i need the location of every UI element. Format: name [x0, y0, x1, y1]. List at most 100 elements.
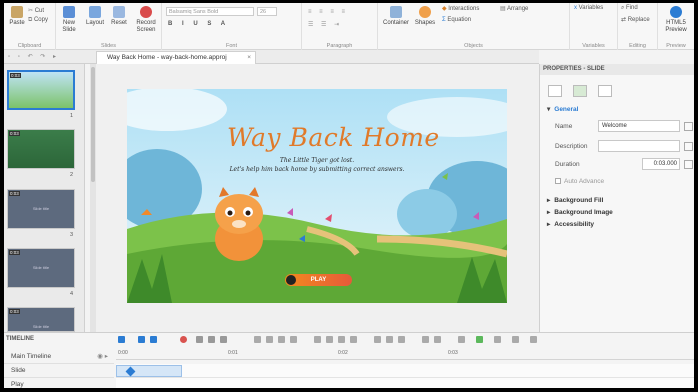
clipboard-group: Paste ✂ Cut ⧉ Copy Clipboard: [4, 3, 56, 50]
general-section[interactable]: General: [547, 105, 578, 113]
container-button[interactable]: Container: [380, 6, 412, 27]
effect-icon[interactable]: [398, 336, 405, 343]
sync-icon[interactable]: [476, 336, 483, 343]
slide-track-bar[interactable]: [116, 365, 182, 377]
background-fill-section[interactable]: Background Fill: [547, 196, 603, 204]
play-button-icon: [286, 275, 296, 285]
font-size-select[interactable]: 26: [257, 7, 277, 16]
timeline-visibility-icon[interactable]: ◉ ▸: [97, 350, 108, 364]
align-icon[interactable]: [290, 336, 297, 343]
new-slide-icon: [63, 6, 75, 18]
zoom-out-icon[interactable]: [208, 336, 215, 343]
slide-thumbnail-5[interactable]: 0:03 Slide title: [7, 307, 75, 332]
list-buttons[interactable]: ☰ ☰ ⇥: [308, 21, 342, 28]
duration-options-icon[interactable]: [684, 160, 693, 169]
checkbox-icon[interactable]: [555, 178, 561, 185]
settings-icon[interactable]: [494, 336, 501, 343]
effect-icon[interactable]: [338, 336, 345, 343]
timeline-row-slide[interactable]: Slide: [4, 364, 114, 378]
font-group: Balsamiq Sans Bold 26 B I U S A Font: [162, 3, 302, 50]
effect-icon[interactable]: [314, 336, 321, 343]
effect-icon[interactable]: [458, 336, 465, 343]
thumb-number: 3: [70, 232, 74, 238]
new-slide-button[interactable]: New Slide: [58, 6, 80, 34]
record-timeline-icon[interactable]: [180, 336, 187, 343]
slide-track[interactable]: [116, 364, 694, 378]
arrange-button[interactable]: ▤ Arrange: [500, 5, 528, 12]
ruler-tick: 0:00: [118, 350, 128, 356]
find-button[interactable]: ⌕ Find: [621, 5, 638, 12]
settings-icon[interactable]: [530, 336, 537, 343]
duration-field[interactable]: 0:03.000: [642, 158, 680, 170]
align-icon[interactable]: [278, 336, 285, 343]
replace-icon: ⇄: [621, 17, 627, 23]
slide-subtitle-line-2[interactable]: Let's help him back home by submitting c…: [127, 166, 507, 173]
slides-group-label: Slides: [101, 43, 116, 49]
effect-icon[interactable]: [350, 336, 357, 343]
app-window: Paste ✂ Cut ⧉ Copy Clipboard New Slide L…: [4, 3, 694, 388]
fit-icon[interactable]: [220, 336, 227, 343]
play-track[interactable]: [116, 378, 694, 388]
description-field[interactable]: [598, 140, 680, 152]
font-style-buttons[interactable]: B I U S A: [168, 21, 229, 27]
keyframe-icon[interactable]: [125, 366, 136, 377]
equation-label: Equation: [447, 17, 472, 23]
slide-subtitle-line-1[interactable]: The Little Tiger got lost.: [127, 157, 507, 164]
auto-advance-checkbox[interactable]: Auto Advance: [555, 178, 604, 185]
paste-button[interactable]: Paste: [6, 6, 28, 27]
reset-button[interactable]: Reset: [108, 6, 130, 27]
close-tab-icon[interactable]: ×: [247, 52, 251, 64]
arrange-label: Arrange: [507, 6, 529, 12]
quick-access-toolbar[interactable]: ▫ ▫ ↶ ↷ ▸: [8, 53, 59, 60]
variables-button[interactable]: x Variables: [574, 5, 603, 11]
effect-icon[interactable]: [386, 336, 393, 343]
scrollbar-thumb[interactable]: [91, 67, 95, 182]
slide-tab-icon[interactable]: [573, 85, 587, 97]
timeline-row-play[interactable]: Play: [4, 378, 114, 388]
properties-panel: PROPERTIES - SLIDE General Name Welcome …: [539, 64, 694, 332]
play-timeline-icon[interactable]: [138, 336, 145, 343]
effect-icon[interactable]: [374, 336, 381, 343]
slide-thumbnail-4[interactable]: 0:03 Slide title: [7, 248, 75, 288]
layout-button[interactable]: Layout: [84, 6, 106, 27]
background-image-section[interactable]: Background Image: [547, 208, 613, 216]
paragraph-buttons[interactable]: ≡ ≡ ≡ ≡: [308, 9, 348, 15]
slide-canvas[interactable]: Way Back Home The Little Tiger got lost.…: [127, 89, 507, 303]
style-tab-icon[interactable]: [548, 85, 562, 97]
main-timeline-row[interactable]: Main Timeline ◉ ▸: [4, 350, 114, 364]
transition-tab-icon[interactable]: [598, 85, 612, 97]
slide-thumbnail-3[interactable]: 0:03 Slide title: [7, 189, 75, 229]
record-screen-button[interactable]: Record Screen: [132, 6, 160, 34]
cut-button[interactable]: ✂ Cut: [28, 7, 44, 14]
copy-button[interactable]: ⧉ Copy: [28, 17, 48, 24]
properties-header: PROPERTIES - SLIDE: [540, 64, 694, 75]
timeline-ruler[interactable]: 0:00 0:01 0:02 0:03: [116, 350, 694, 360]
timeline-tool-icon[interactable]: [118, 336, 125, 343]
ruler-tick: 0:02: [338, 350, 348, 356]
zoom-in-icon[interactable]: [196, 336, 203, 343]
description-options-icon[interactable]: [684, 142, 693, 151]
font-name-select[interactable]: Balsamiq Sans Bold: [166, 7, 254, 16]
play-button[interactable]: PLAY: [285, 274, 352, 286]
name-field[interactable]: Welcome: [598, 120, 680, 132]
name-options-icon[interactable]: [684, 122, 693, 131]
accessibility-section[interactable]: Accessibility: [547, 220, 594, 228]
interactions-button[interactable]: ◆ Interactions: [442, 5, 479, 12]
play-button-label: PLAY: [310, 277, 327, 283]
slide-title[interactable]: Way Back Home: [227, 123, 440, 152]
slide-thumbnail-1[interactable]: 0:03: [7, 70, 75, 110]
align-icon[interactable]: [254, 336, 261, 343]
effect-icon[interactable]: [434, 336, 441, 343]
settings-icon[interactable]: [512, 336, 519, 343]
stop-timeline-icon[interactable]: [150, 336, 157, 343]
replace-button[interactable]: ⇄ Replace: [621, 16, 650, 23]
align-icon[interactable]: [266, 336, 273, 343]
effect-icon[interactable]: [422, 336, 429, 343]
equation-button[interactable]: Σ Equation: [442, 17, 471, 23]
html5-preview-button[interactable]: HTML5 Preview: [662, 6, 690, 34]
document-tab[interactable]: Way Back Home - way-back-home.approj ×: [96, 51, 256, 64]
shapes-button[interactable]: Shapes: [414, 6, 436, 27]
interactions-icon: ◆: [442, 6, 447, 12]
effect-icon[interactable]: [326, 336, 333, 343]
slide-thumbnail-2[interactable]: 0:03: [7, 129, 75, 169]
